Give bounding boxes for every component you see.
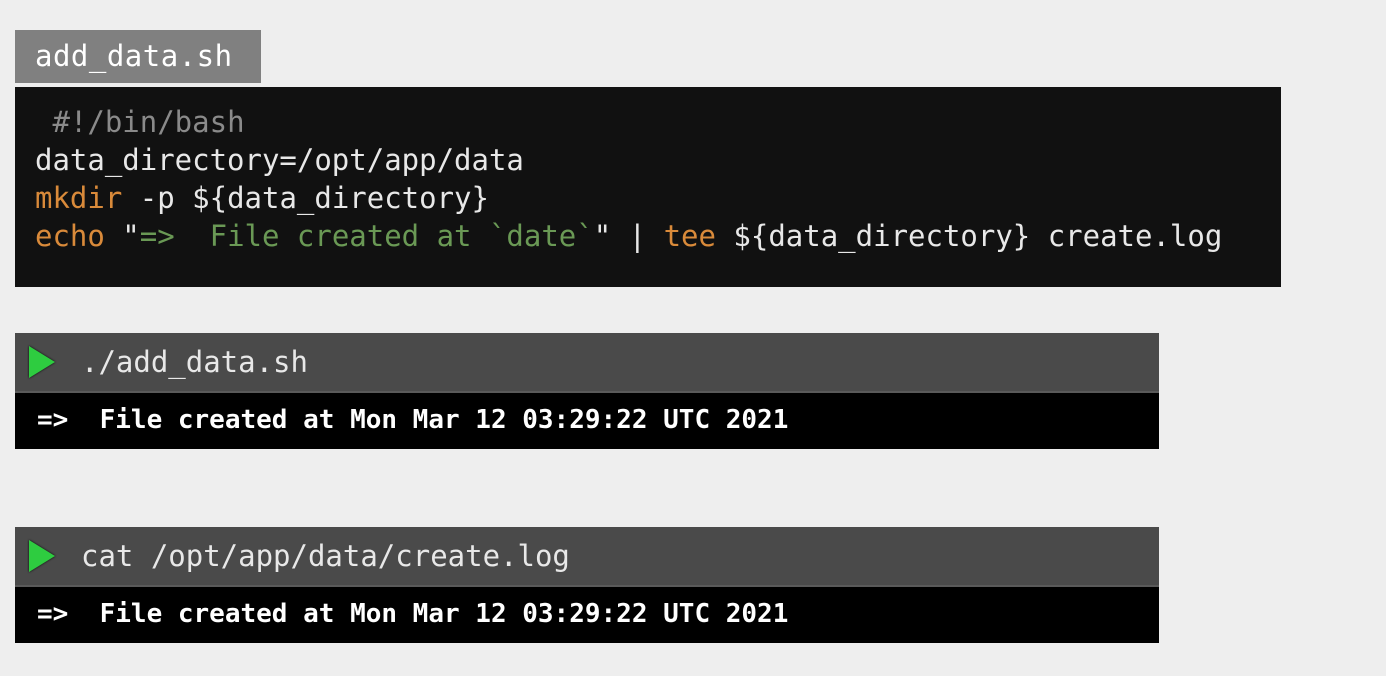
terminal-command: cat /opt/app/data/create.log xyxy=(81,539,570,573)
slide-canvas: add_data.sh #!/bin/bash data_directory=/… xyxy=(0,0,1386,676)
terminal-output: => File created at Mon Mar 12 03:29:22 U… xyxy=(15,393,1159,449)
code-line-3: mkdir -p ${data_directory} xyxy=(35,181,489,215)
terminal-block-1: ./add_data.sh => File created at Mon Mar… xyxy=(15,333,1159,449)
terminal-command: ./add_data.sh xyxy=(81,345,308,379)
code-line-2: data_directory=/opt/app/data xyxy=(35,143,524,177)
terminal-output: => File created at Mon Mar 12 03:29:22 U… xyxy=(15,587,1159,643)
code-shebang: #!/bin/bash xyxy=(35,105,245,139)
terminal-block-2: cat /opt/app/data/create.log => File cre… xyxy=(15,527,1159,643)
code-line-4: echo "=> File created at `date`" | tee $… xyxy=(35,219,1222,253)
terminal-header: cat /opt/app/data/create.log xyxy=(15,527,1159,587)
file-contents: #!/bin/bash data_directory=/opt/app/data… xyxy=(15,87,1281,287)
file-tab: add_data.sh xyxy=(15,30,261,83)
terminal-header: ./add_data.sh xyxy=(15,333,1159,393)
play-icon xyxy=(29,346,55,378)
play-icon xyxy=(29,540,55,572)
